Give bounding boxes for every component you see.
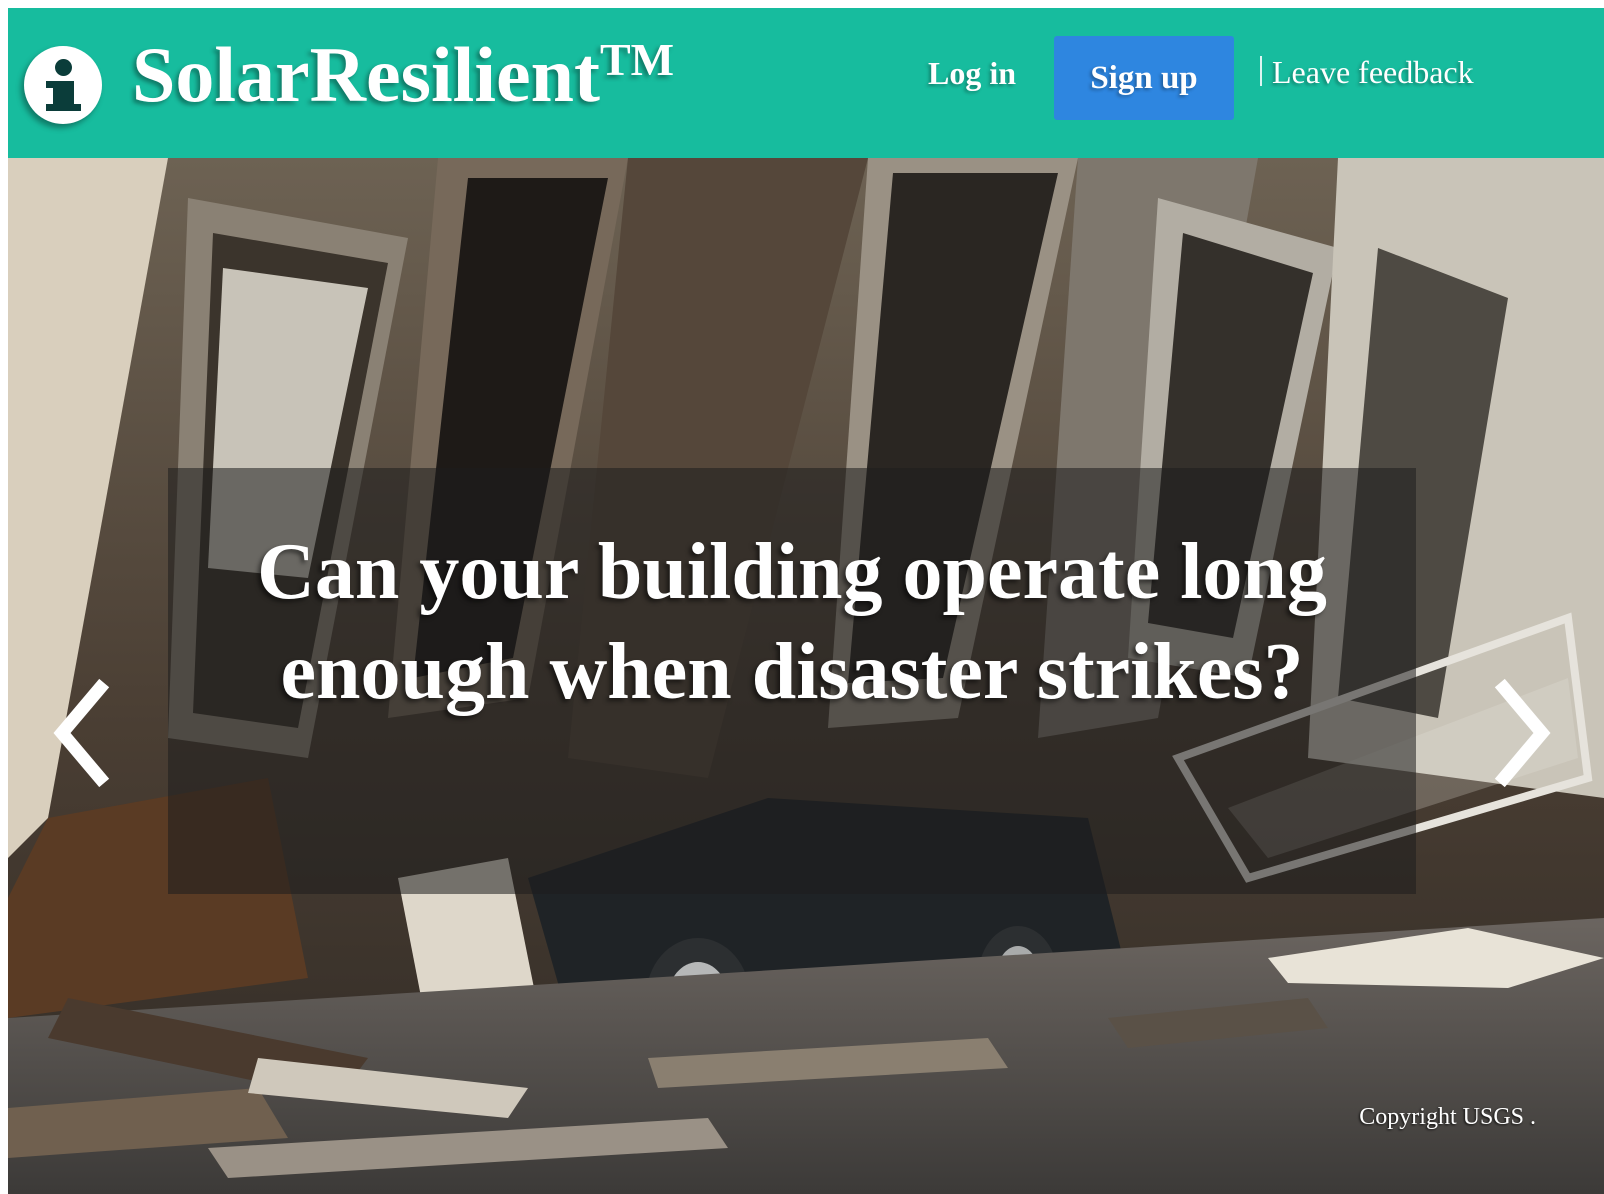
carousel-caption: Can your building operate long enough wh…: [168, 468, 1416, 894]
signup-button[interactable]: Sign up: [1054, 36, 1234, 120]
info-icon-base: [46, 104, 81, 111]
info-icon[interactable]: [24, 46, 102, 124]
nav-separator: [1260, 56, 1262, 86]
chevron-right-icon[interactable]: [1486, 678, 1556, 788]
chevron-left-icon[interactable]: [48, 678, 118, 788]
page-frame: SolarResilientTM Log in Sign up Leave fe…: [8, 8, 1604, 1194]
trademark-symbol: TM: [599, 34, 675, 85]
image-credit: Copyright USGS .: [1359, 1104, 1536, 1130]
feedback-label: Leave feedback: [1272, 54, 1474, 90]
brand-name: SolarResilient: [132, 31, 600, 118]
login-link[interactable]: Log in: [928, 53, 1016, 93]
brand-logo[interactable]: SolarResilientTM: [132, 30, 674, 120]
hero-headline: Can your building operate long enough wh…: [257, 528, 1327, 716]
info-icon-dot: [55, 59, 72, 76]
feedback-link[interactable]: Leave feedback: [1260, 52, 1474, 92]
hero-carousel: Can your building operate long enough wh…: [8, 158, 1604, 1194]
top-navbar: SolarResilientTM Log in Sign up Leave fe…: [8, 8, 1604, 158]
